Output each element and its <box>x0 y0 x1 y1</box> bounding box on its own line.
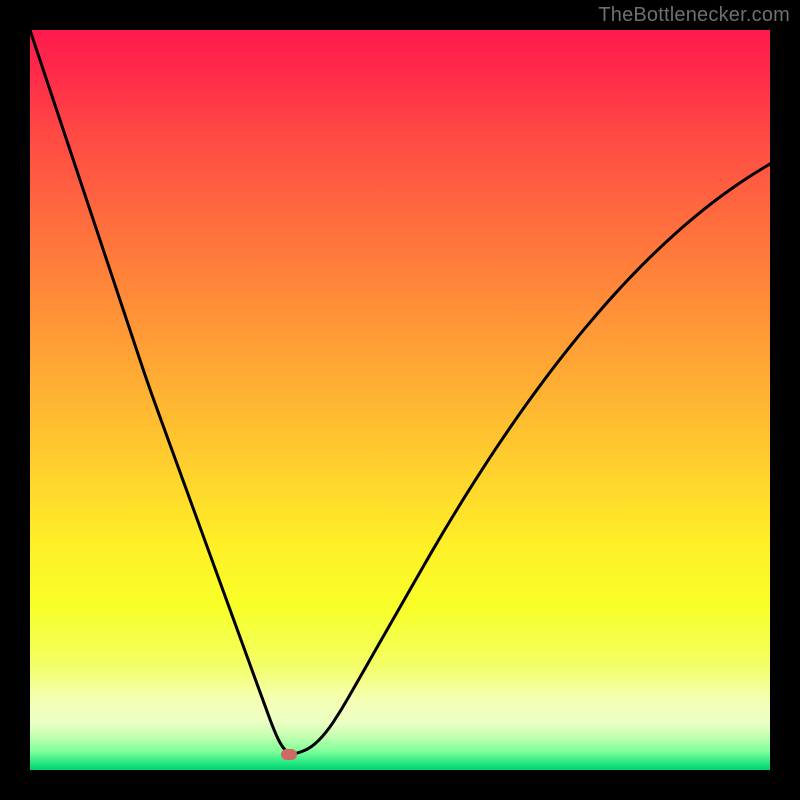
chart-frame: TheBottlenecker.com <box>0 0 800 800</box>
optimal-point-marker <box>281 749 297 760</box>
bottleneck-curve <box>30 30 770 770</box>
plot-area <box>30 30 770 770</box>
watermark-text: TheBottlenecker.com <box>598 4 790 27</box>
